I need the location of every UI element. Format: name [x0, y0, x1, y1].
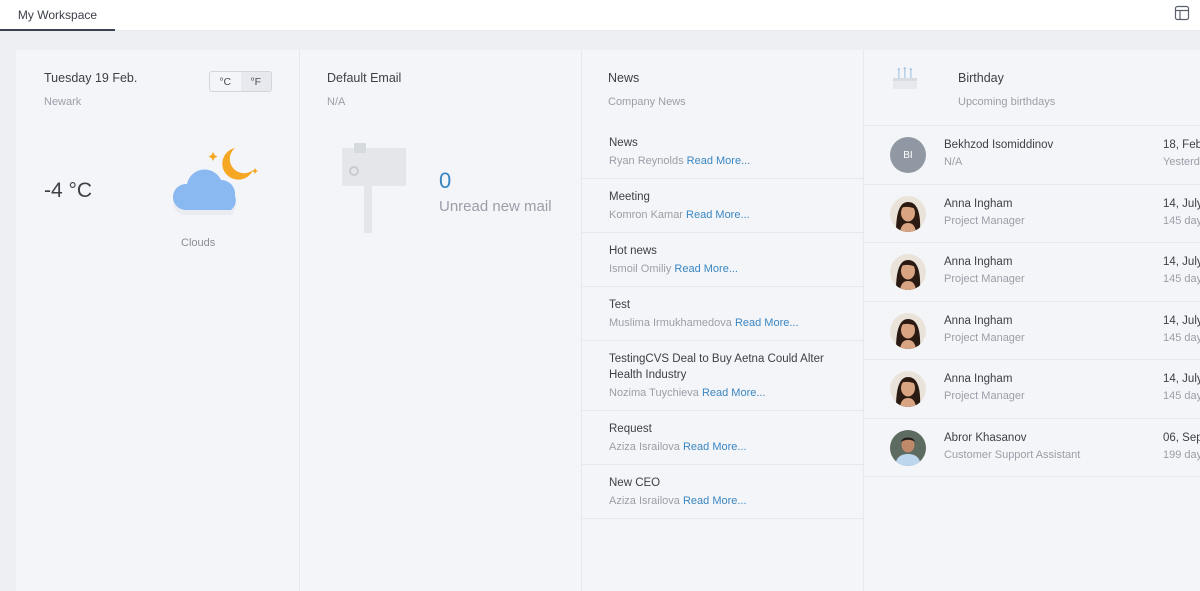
news-item[interactable]: Request Aziza Israilova Read More... — [582, 411, 863, 465]
weather-date: Tuesday 19 Feb. — [44, 71, 138, 85]
birthday-item[interactable]: Anna Ingham Project Manager 14, July 145 da… — [864, 243, 1200, 302]
news-item-title[interactable]: Request — [609, 421, 847, 437]
news-item-author: Aziza Israilova — [609, 495, 680, 507]
birthday-name: Bekhzod Isomiddinov — [944, 139, 1054, 151]
news-item-meta: Ryan Reynolds Read More... — [609, 153, 847, 169]
news-item[interactable]: New CEO Aziza Israilova Read More... — [582, 465, 863, 519]
birthday-date: 06, Sep — [1163, 431, 1200, 444]
unread-count[interactable]: 0 — [439, 168, 451, 194]
birthday-name: Anna Ingham — [944, 373, 1013, 385]
unit-toggle: °C °F — [209, 71, 272, 92]
news-item-meta: Aziza Israilova Read More... — [609, 439, 847, 455]
birthday-days-left: 145 days — [1163, 214, 1200, 227]
email-widget: Default Email N/A 0 Unread new mail — [300, 50, 582, 591]
layout-icon[interactable] — [1174, 5, 1190, 21]
news-item-title[interactable]: Meeting — [609, 189, 847, 205]
tab-my-workspace[interactable]: My Workspace — [0, 0, 115, 31]
birthday-name: Anna Ingham — [944, 314, 1013, 327]
birthday-days-left: Yesterd — [1163, 156, 1200, 168]
news-subtitle: Company News — [608, 96, 686, 108]
avatar — [890, 371, 926, 407]
news-item[interactable]: Test Muslima Irmukhamedova Read More... — [582, 287, 863, 341]
news-item-title[interactable]: TestingCVS Deal to Buy Aetna Could Alter… — [609, 351, 847, 383]
avatar: BI — [890, 137, 926, 173]
news-item-meta: Ismoil Omiliy Read More... — [609, 261, 847, 277]
birthday-item[interactable]: Anna Ingham Project Manager 14, July 145 da… — [864, 360, 1200, 419]
read-more-link[interactable]: Read More... — [683, 441, 747, 453]
birthday-subtitle: Upcoming birthdays — [958, 96, 1056, 108]
birthday-days-left: 199 days — [1163, 448, 1200, 461]
birthday-role: Customer Support Assistant — [944, 448, 1081, 461]
mailbox-icon — [342, 143, 406, 233]
read-more-link[interactable]: Read More... — [687, 155, 751, 167]
birthday-name: Abror Khasanov — [944, 431, 1027, 444]
news-item-meta: Aziza Israilova Read More... — [609, 493, 847, 509]
birthday-item[interactable]: BI Bekhzod Isomiddinov N/A 18, Feb Yesterd — [864, 126, 1200, 185]
read-more-link[interactable]: Read More... — [686, 209, 750, 221]
birthday-days-left: 145 days — [1163, 331, 1200, 344]
email-subtitle: N/A — [327, 96, 346, 108]
weather-widget: Tuesday 19 Feb. Newark °C °F -4 °C Cloud… — [16, 50, 300, 591]
birthday-days-left: 145 days — [1163, 390, 1200, 402]
news-item-author: Ryan Reynolds — [609, 155, 684, 167]
birthday-name: Anna Ingham — [944, 256, 1013, 268]
news-item-title[interactable]: New CEO — [609, 475, 847, 491]
news-item[interactable]: TestingCVS Deal to Buy Aetna Could Alter… — [582, 341, 863, 411]
news-item[interactable]: Meeting Komron Kamar Read More... — [582, 179, 863, 233]
news-item-author: Aziza Israilova — [609, 441, 680, 453]
avatar — [890, 195, 926, 232]
top-bar: My Workspace — [0, 0, 1200, 31]
read-more-link[interactable]: Read More... — [735, 317, 799, 329]
birthday-date: 18, Feb — [1163, 139, 1200, 151]
news-item[interactable]: News Ryan Reynolds Read More... — [582, 125, 863, 179]
read-more-link[interactable]: Read More... — [683, 495, 747, 507]
news-item-author: Nozima Tuychieva — [609, 387, 699, 399]
birthday-title: Birthday — [958, 71, 1004, 85]
workspace-card: Tuesday 19 Feb. Newark °C °F -4 °C Cloud… — [16, 50, 1200, 591]
news-widget: News Company News News Ryan Reynolds Read… — [582, 50, 864, 591]
avatar — [890, 254, 926, 290]
news-item-author: Muslima Irmukhamedova — [609, 317, 732, 329]
weather-condition: Clouds — [181, 237, 216, 249]
birthday-date: 14, July — [1163, 373, 1200, 385]
news-item[interactable]: Hot news Ismoil Omiliy Read More... — [582, 233, 863, 287]
news-item-title[interactable]: Test — [609, 297, 847, 313]
birthday-role: Project Manager — [944, 390, 1025, 402]
birthday-item[interactable]: Abror Khasanov Customer Support Assistant… — [864, 419, 1200, 477]
birthday-widget: Birthday Upcoming birthdays BI Bekhzod Is… — [864, 50, 1200, 591]
news-item-meta: Muslima Irmukhamedova Read More... — [609, 315, 847, 331]
avatar — [890, 429, 926, 466]
news-list: News Ryan Reynolds Read More... Meeting Kom… — [582, 125, 863, 519]
unread-label: Unread new mail — [439, 198, 552, 215]
birthday-role: Project Manager — [944, 273, 1025, 285]
birthday-role: Project Manager — [944, 331, 1025, 344]
birthday-date: 14, July — [1163, 256, 1200, 268]
birthday-role: N/A — [944, 156, 963, 168]
birthday-list: BI Bekhzod Isomiddinov N/A 18, Feb Yesterd An… — [864, 125, 1200, 477]
news-item-meta: Nozima Tuychieva Read More... — [609, 385, 847, 401]
birthday-date: 14, July — [1163, 197, 1200, 210]
celsius-button[interactable]: °C — [210, 72, 241, 91]
read-more-link[interactable]: Read More... — [674, 263, 738, 275]
news-item-meta: Komron Kamar Read More... — [609, 207, 847, 223]
birthday-item[interactable]: Anna Ingham Project Manager 14, July 145 da… — [864, 302, 1200, 360]
temperature: -4 °C — [44, 179, 93, 202]
birthday-role: Project Manager — [944, 214, 1025, 227]
email-title: Default Email — [327, 71, 402, 85]
birthday-days-left: 145 days — [1163, 273, 1200, 285]
fahrenheit-button[interactable]: °F — [240, 72, 271, 91]
weather-city: Newark — [44, 96, 82, 108]
birthday-item[interactable]: Anna Ingham Project Manager 14, July 145 da… — [864, 185, 1200, 243]
cloud-moon-icon — [172, 148, 258, 215]
news-item-author: Ismoil Omiliy — [609, 263, 672, 275]
news-item-title[interactable]: News — [609, 135, 847, 151]
read-more-link[interactable]: Read More... — [702, 387, 766, 399]
news-title: News — [608, 71, 640, 85]
news-item-title[interactable]: Hot news — [609, 243, 847, 259]
cake-icon — [893, 67, 917, 89]
birthday-date: 14, July — [1163, 314, 1200, 327]
avatar — [890, 312, 926, 349]
birthday-name: Anna Ingham — [944, 197, 1013, 210]
news-item-author: Komron Kamar — [609, 209, 683, 221]
